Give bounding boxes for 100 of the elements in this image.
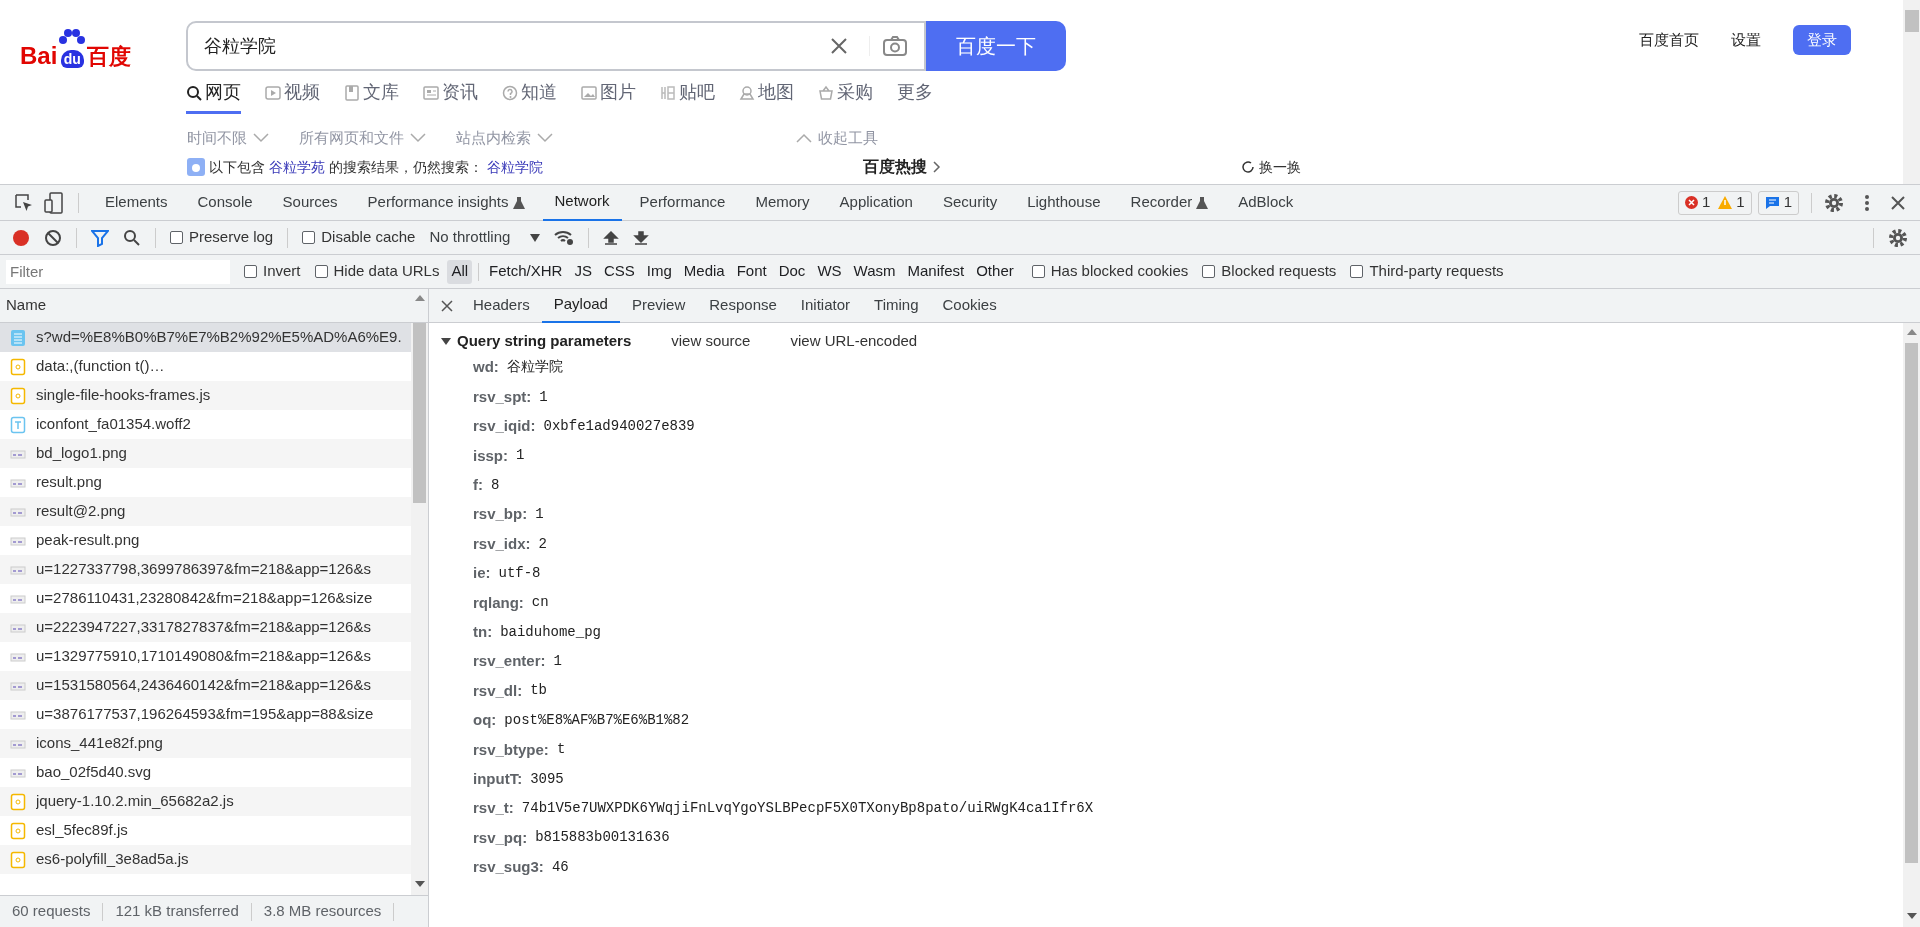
close-icon[interactable] bbox=[1890, 194, 1906, 211]
request-row[interactable]: es6-polyfill_3e8ad5a.js bbox=[0, 845, 411, 874]
nav-tab[interactable]: 文库 bbox=[344, 74, 399, 114]
filter-icon[interactable] bbox=[91, 228, 109, 247]
baidu-logo[interactable]: Bai du 百度 bbox=[20, 24, 148, 68]
search-button[interactable]: 百度一下 bbox=[926, 21, 1066, 71]
scrollbar[interactable] bbox=[1903, 323, 1920, 927]
devtools-tab[interactable]: Elements bbox=[93, 184, 180, 221]
type-filter[interactable]: Wasm bbox=[849, 259, 900, 284]
chevron-down-icon bbox=[410, 133, 426, 143]
clear-log-icon[interactable] bbox=[44, 228, 62, 247]
nav-tab[interactable]: 地图 bbox=[739, 74, 794, 114]
devtools-tab[interactable]: AdBlock bbox=[1226, 184, 1306, 221]
settings-icon[interactable] bbox=[1824, 192, 1844, 213]
devtools-tab[interactable]: Memory bbox=[743, 184, 822, 221]
type-filter[interactable]: Media bbox=[679, 259, 729, 284]
import-icon[interactable] bbox=[603, 229, 620, 246]
notice-link[interactable]: 谷粒学院 bbox=[486, 158, 543, 175]
request-row[interactable]: u=2223947227,3317827837&fm=218&app=126&s bbox=[0, 613, 411, 642]
device-toolbar-icon[interactable] bbox=[44, 191, 64, 214]
inspect-icon[interactable] bbox=[14, 192, 34, 213]
type-filter[interactable]: Fetch/XHR bbox=[485, 259, 567, 284]
close-icon[interactable] bbox=[441, 299, 453, 312]
preserve-log-checkbox[interactable]: Preserve log bbox=[170, 226, 274, 249]
nav-icon bbox=[581, 84, 597, 101]
messages-counter[interactable]: 1 bbox=[1757, 190, 1799, 215]
search-icon[interactable] bbox=[123, 228, 141, 247]
param-key: rsv_spt: bbox=[473, 385, 532, 409]
nav-icon bbox=[344, 84, 360, 101]
request-row[interactable]: bd_logo1.png bbox=[0, 439, 411, 468]
refresh-button[interactable]: 换一换 bbox=[1240, 156, 1301, 178]
detail-tab[interactable]: Response bbox=[697, 288, 789, 323]
scrollbar[interactable] bbox=[1903, 0, 1920, 184]
type-filter[interactable]: Doc bbox=[774, 259, 810, 284]
devtools-tab[interactable]: Sources bbox=[270, 184, 350, 221]
camera-icon[interactable] bbox=[882, 35, 908, 57]
request-row[interactable]: jquery-1.10.2.min_65682a2.js bbox=[0, 787, 411, 816]
detail-tab[interactable]: Initiator bbox=[788, 288, 863, 323]
more-options-icon[interactable] bbox=[1864, 193, 1870, 212]
filter-input[interactable]: Filter bbox=[6, 259, 230, 284]
view-link[interactable]: view URL-encoded bbox=[790, 329, 918, 353]
export-icon[interactable] bbox=[633, 229, 650, 246]
devtools-tab[interactable]: Performance insights bbox=[355, 184, 537, 221]
type-filter[interactable]: Other bbox=[972, 259, 1018, 284]
detail-tab[interactable]: Preview bbox=[619, 288, 698, 323]
network-settings-icon[interactable] bbox=[1888, 227, 1908, 248]
nav-tab[interactable]: 图片 bbox=[581, 74, 636, 114]
request-row[interactable]: result@2.png bbox=[0, 497, 411, 526]
nav-tab[interactable]: 采购 bbox=[818, 74, 873, 114]
issues-counter[interactable]: 1 1 bbox=[1677, 190, 1752, 215]
devtools-tab[interactable]: Security bbox=[930, 184, 1010, 221]
record-button[interactable] bbox=[12, 228, 30, 247]
type-filter[interactable]: Font bbox=[732, 259, 771, 284]
notice-link[interactable]: 谷粒学苑 bbox=[268, 158, 325, 175]
type-filter[interactable]: Manifest bbox=[903, 259, 969, 284]
nav-tab[interactable]: 更多 bbox=[897, 74, 933, 114]
request-filter-checkbox[interactable]: Third-party requests bbox=[1350, 260, 1504, 283]
disable-cache-checkbox[interactable]: Disable cache bbox=[302, 226, 416, 249]
detail-tab[interactable]: Timing bbox=[862, 288, 931, 323]
nav-tab[interactable]: 视频 bbox=[265, 74, 320, 114]
nav-tab[interactable]: 知道 bbox=[502, 74, 557, 114]
scrollbar-thumb[interactable] bbox=[413, 323, 426, 503]
nav-tab[interactable]: 网页 bbox=[186, 74, 241, 114]
clear-icon[interactable] bbox=[829, 36, 849, 56]
detail-tab[interactable]: Payload bbox=[541, 288, 620, 323]
nav-tab[interactable]: 贴吧 bbox=[660, 74, 715, 114]
request-row[interactable]: u=1227337798,3699786397&fm=218&app=126&s bbox=[0, 555, 411, 584]
view-link[interactable]: view source bbox=[671, 329, 751, 353]
network-conditions-icon[interactable] bbox=[554, 229, 575, 246]
request-row[interactable]: s?wd=%E8%B0%B7%E7%B2%92%E5%AD%A6%E9. bbox=[0, 323, 411, 352]
devtools-tab[interactable]: Application bbox=[827, 184, 925, 221]
type-filter[interactable]: JS bbox=[570, 259, 596, 284]
devtools-tab[interactable]: Console bbox=[185, 184, 265, 221]
detail-tab[interactable]: Cookies bbox=[930, 288, 1009, 323]
type-filter[interactable]: Img bbox=[642, 259, 676, 284]
throttling-dropdown[interactable]: No throttling bbox=[429, 226, 541, 249]
devtools-tab[interactable]: Lighthouse bbox=[1015, 184, 1113, 221]
search-field[interactable]: 谷粒学院 bbox=[186, 21, 926, 71]
request-row[interactable]: u=1531580564,2436460142&fm=218&app=126&s bbox=[0, 671, 411, 700]
request-row[interactable]: single-file-hooks-frames.js bbox=[0, 381, 411, 410]
param-value: utf-8 bbox=[498, 563, 541, 583]
devtools-tab[interactable]: Recorder bbox=[1118, 184, 1221, 221]
invert-checkbox[interactable]: Invert bbox=[244, 260, 301, 283]
type-filter[interactable]: CSS bbox=[599, 259, 639, 284]
scrollbar[interactable] bbox=[411, 323, 428, 895]
expand-toggle-icon[interactable] bbox=[441, 336, 451, 346]
request-row[interactable]: icons_441e82f.png bbox=[0, 729, 411, 758]
request-filter-checkbox[interactable]: Blocked requests bbox=[1202, 260, 1337, 283]
scrollbar-thumb[interactable] bbox=[1905, 343, 1918, 863]
scrollbar-thumb[interactable] bbox=[1904, 10, 1919, 32]
detail-tab[interactable]: Headers bbox=[461, 288, 542, 323]
top-link[interactable]: 设置 bbox=[1731, 25, 1761, 55]
type-filter[interactable]: WS bbox=[813, 259, 846, 284]
hide-data-urls-checkbox[interactable]: Hide data URLs bbox=[314, 260, 440, 283]
request-filter-checkbox[interactable]: Has blocked cookies bbox=[1031, 260, 1189, 283]
devtools-tab[interactable]: Performance bbox=[627, 184, 738, 221]
nav-tab[interactable]: 资讯 bbox=[423, 74, 478, 114]
top-link[interactable]: 百度首页 bbox=[1639, 25, 1699, 55]
login-button[interactable]: 登录 bbox=[1793, 25, 1851, 55]
type-filter[interactable]: All bbox=[447, 259, 473, 284]
